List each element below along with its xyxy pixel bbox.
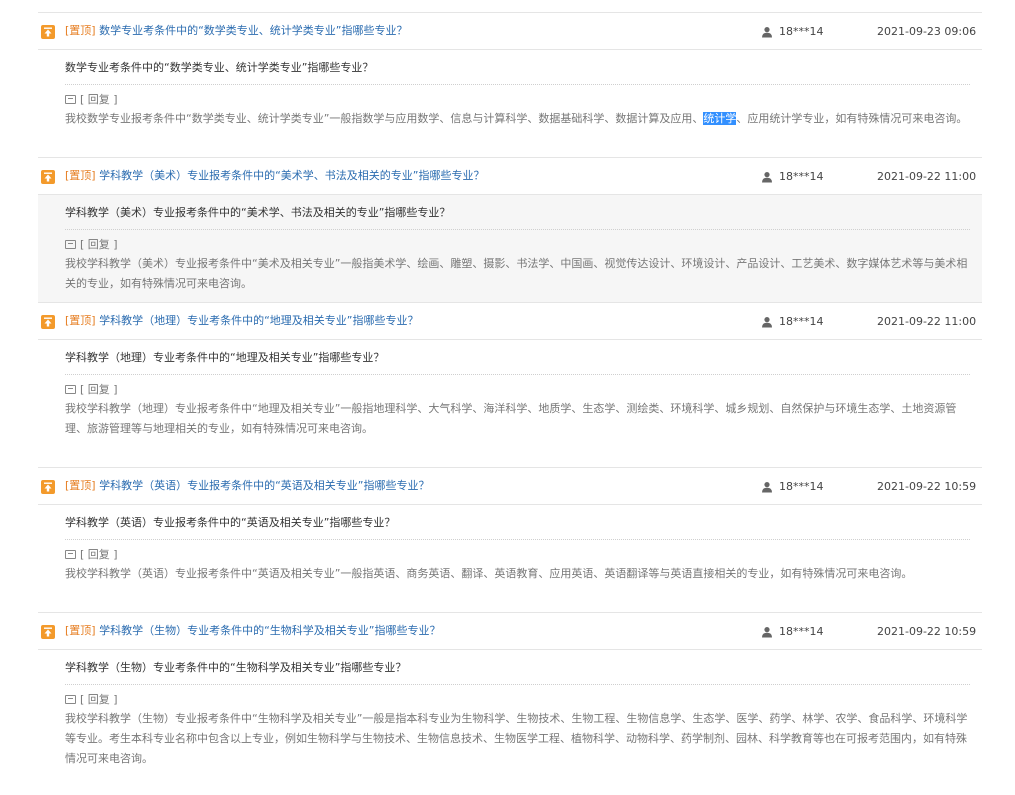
pinned-tag: [置顶] [65, 169, 96, 182]
question-title-link[interactable]: [置顶] 学科教学（生物）专业考条件中的“生物科学及相关专业”指哪些专业？ [65, 624, 441, 638]
post-date: 2021-09-22 10:59 [877, 480, 977, 493]
answer-text: 我校学科教学（美术）专业报考条件中“美术及相关专业”一般指美术学、绘画、雕塑、摄… [65, 257, 968, 290]
pin-top-icon [41, 480, 55, 494]
qa-item-header: [置顶] 数学专业考条件中的“数学类专业、统计学类专业”指哪些专业？ 18***… [38, 13, 982, 50]
pin-top-icon [41, 25, 55, 39]
reply-icon [65, 95, 76, 104]
reply-label-text: [ 回复 ] [80, 93, 118, 106]
user-icon [762, 27, 772, 38]
question-text: 学科教学（英语）专业报考条件中的“英语及相关专业”指哪些专业？ [65, 505, 970, 540]
qa-item-header: [置顶] 学科教学（英语）专业报考条件中的“英语及相关专业”指哪些专业？ 18*… [38, 468, 982, 505]
author-name: 18***14 [779, 25, 824, 38]
reply-label: [ 回复 ] [65, 548, 970, 562]
answer-text-end: 、应用统计学专业，如有特殊情况可来电咨询。 [736, 112, 968, 125]
reply-label: [ 回复 ] [65, 93, 970, 107]
user-icon [762, 317, 772, 328]
question-text: 学科教学（地理）专业考条件中的“地理及相关专业”指哪些专业？ [65, 340, 970, 375]
post-date: 2021-09-22 10:59 [877, 625, 977, 638]
reply-label-text: [ 回复 ] [80, 693, 118, 706]
post-date: 2021-09-22 11:00 [877, 315, 977, 328]
qa-item-body: 学科教学（生物）专业考条件中的“生物科学及相关专业”指哪些专业？ [ 回复 ] … [38, 650, 982, 777]
question-title-link[interactable]: [置顶] 数学专业考条件中的“数学类专业、统计学类专业”指哪些专业？ [65, 24, 408, 38]
user-icon [762, 482, 772, 493]
qa-item: [置顶] 数学专业考条件中的“数学类专业、统计学类专业”指哪些专业？ 18***… [38, 13, 982, 158]
qa-item-header: [置顶] 学科教学（地理）专业考条件中的“地理及相关专业”指哪些专业？ 18**… [38, 303, 982, 340]
qa-item-header: [置顶] 学科教学（美术）专业报考条件中的“美术学、书法及相关的专业”指哪些专业… [38, 158, 982, 195]
reply-label-text: [ 回复 ] [80, 238, 118, 251]
pinned-tag: [置顶] [65, 624, 96, 637]
question-title-link[interactable]: [置顶] 学科教学（美术）专业报考条件中的“美术学、书法及相关的专业”指哪些专业… [65, 169, 485, 183]
qa-list: [置顶] 数学专业考条件中的“数学类专业、统计学类专业”指哪些专业？ 18***… [38, 12, 982, 771]
reply-label-text: [ 回复 ] [80, 383, 118, 396]
answer-text: 我校数学专业报考条件中“数学类专业、统计学类专业”一般指数学与应用数学、信息与计… [65, 109, 970, 137]
qa-item-body: 学科教学（美术）专业报考条件中的“美术学、书法及相关的专业”指哪些专业？ [ 回… [38, 195, 982, 302]
author-name: 18***14 [779, 170, 824, 183]
question-title: 学科教学（美术）专业报考条件中的“美术学、书法及相关的专业”指哪些专业？ [99, 169, 485, 182]
qa-item-body: 学科教学（英语）专业报考条件中的“英语及相关专业”指哪些专业？ [ 回复 ] 我… [38, 505, 982, 592]
pin-top-icon [41, 625, 55, 639]
pinned-tag: [置顶] [65, 479, 96, 492]
question-title-link[interactable]: [置顶] 学科教学（英语）专业报考条件中的“英语及相关专业”指哪些专业？ [65, 479, 430, 493]
answer-text: 我校学科教学（地理）专业报考条件中“地理及相关专业”一般指地理科学、大气科学、海… [65, 402, 957, 435]
pinned-tag: [置顶] [65, 24, 96, 37]
question-title: 学科教学（英语）专业报考条件中的“英语及相关专业”指哪些专业？ [99, 479, 430, 492]
qa-item-header: [置顶] 学科教学（生物）专业考条件中的“生物科学及相关专业”指哪些专业？ 18… [38, 613, 982, 650]
post-date: 2021-09-23 09:06 [877, 25, 977, 38]
question-title: 学科教学（生物）专业考条件中的“生物科学及相关专业”指哪些专业？ [99, 624, 441, 637]
qa-item-body: 数学专业考条件中的“数学类专业、统计学类专业”指哪些专业？ [ 回复 ] 我校数… [38, 50, 982, 137]
author-name: 18***14 [779, 625, 824, 638]
answer-text: 我校学科教学（英语）专业报考条件中“英语及相关专业”一般指英语、商务英语、翻译、… [65, 567, 913, 580]
question-text: 学科教学（美术）专业报考条件中的“美术学、书法及相关的专业”指哪些专业？ [65, 195, 970, 230]
reply-label: [ 回复 ] [65, 693, 970, 707]
reply-icon [65, 240, 76, 249]
qa-item: [置顶] 学科教学（生物）专业考条件中的“生物科学及相关专业”指哪些专业？ 18… [38, 613, 982, 771]
question-title-link[interactable]: [置顶] 学科教学（地理）专业考条件中的“地理及相关专业”指哪些专业？ [65, 314, 419, 328]
reply-label: [ 回复 ] [65, 238, 970, 252]
reply-icon [65, 550, 76, 559]
reply-label: [ 回复 ] [65, 383, 970, 397]
question-title: 学科教学（地理）专业考条件中的“地理及相关专业”指哪些专业？ [99, 314, 419, 327]
qa-item: [置顶] 学科教学（英语）专业报考条件中的“英语及相关专业”指哪些专业？ 18*… [38, 468, 982, 613]
pinned-tag: [置顶] [65, 314, 96, 327]
author-name: 18***14 [779, 480, 824, 493]
pin-top-icon [41, 170, 55, 184]
question-title: 数学专业考条件中的“数学类专业、统计学类专业”指哪些专业？ [99, 24, 408, 37]
qa-item: [置顶] 学科教学（美术）专业报考条件中的“美术学、书法及相关的专业”指哪些专业… [38, 158, 982, 303]
pin-top-icon [41, 315, 55, 329]
reply-label-text: [ 回复 ] [80, 548, 118, 561]
user-icon [762, 172, 772, 183]
post-date: 2021-09-22 11:00 [877, 170, 977, 183]
answer-text: 我校学科教学（生物）专业报考条件中“生物科学及相关专业”一般是指本科专业为生物科… [65, 712, 968, 765]
qa-item-body: 学科教学（地理）专业考条件中的“地理及相关专业”指哪些专业？ [ 回复 ] 我校… [38, 340, 982, 447]
question-text: 数学专业考条件中的“数学类专业、统计学类专业”指哪些专业？ [65, 50, 970, 85]
reply-icon [65, 695, 76, 704]
qa-item: [置顶] 学科教学（地理）专业考条件中的“地理及相关专业”指哪些专业？ 18**… [38, 303, 982, 468]
author-name: 18***14 [779, 315, 824, 328]
question-text: 学科教学（生物）专业考条件中的“生物科学及相关专业”指哪些专业？ [65, 650, 970, 685]
reply-icon [65, 385, 76, 394]
user-icon [762, 627, 772, 638]
answer-text-start: 我校数学专业报考条件中“数学类专业、统计学类专业”一般指数学与应用数学、信息与计… [65, 112, 704, 125]
selected-text: 统计学 [703, 112, 737, 125]
